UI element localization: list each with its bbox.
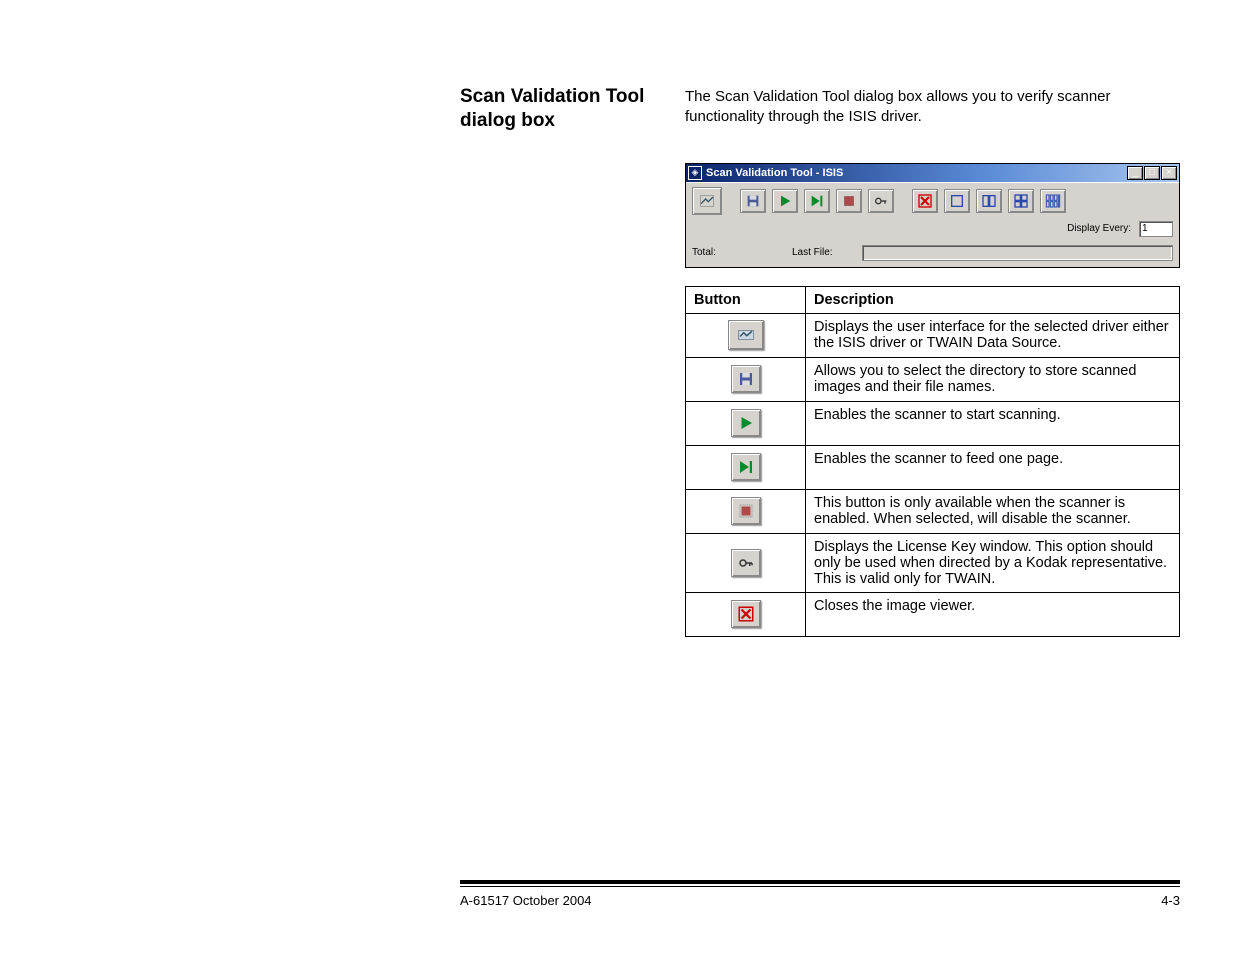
stop-button[interactable] — [836, 189, 862, 213]
last-file-field — [862, 245, 1173, 261]
table-cell-desc: Enables the scanner to start scanning. — [806, 401, 1180, 445]
driver-ui-button[interactable] — [692, 187, 722, 215]
table-header-button: Button — [686, 286, 806, 313]
table-row: Enables the scanner to feed one page. — [686, 445, 1180, 489]
footer-left: A-61517 October 2004 — [460, 893, 592, 908]
play-button[interactable] — [772, 189, 798, 213]
display-every-label: Display Every: — [1067, 223, 1131, 234]
page-footer: A-61517 October 2004 4-3 — [460, 880, 1180, 908]
stop-icon — [731, 497, 761, 525]
total-label: Total: — [692, 247, 782, 258]
play-icon — [731, 409, 761, 437]
table-row: Displays the License Key window. This op… — [686, 533, 1180, 592]
last-file-label: Last File: — [792, 247, 852, 258]
minimize-button[interactable]: _ — [1127, 166, 1143, 180]
key-icon — [731, 549, 761, 577]
view-2up-button[interactable] — [976, 189, 1002, 213]
app-icon: ◈ — [688, 166, 702, 180]
button-description-table: Button Description Displays the user int… — [685, 286, 1180, 637]
table-row: Displays the user interface for the sele… — [686, 313, 1180, 357]
save-button[interactable] — [740, 189, 766, 213]
table-row: Allows you to select the directory to st… — [686, 357, 1180, 401]
view-8up-button[interactable] — [1040, 189, 1066, 213]
close-button[interactable]: × — [1161, 166, 1177, 180]
table-cell-desc: Displays the License Key window. This op… — [806, 533, 1180, 592]
titlebar: ◈ Scan Validation Tool - ISIS _ □ × — [686, 164, 1179, 182]
view-1up-button[interactable] — [944, 189, 970, 213]
table-cell-desc: Displays the user interface for the sele… — [806, 313, 1180, 357]
step-icon — [731, 453, 761, 481]
display-every-input[interactable] — [1139, 221, 1173, 237]
maximize-button[interactable]: □ — [1144, 166, 1160, 180]
table-header-description: Description — [806, 286, 1180, 313]
table-cell-desc: Enables the scanner to feed one page. — [806, 445, 1180, 489]
table-cell-desc: Allows you to select the directory to st… — [806, 357, 1180, 401]
window-title: Scan Validation Tool - ISIS — [706, 167, 1127, 179]
section-heading: Scan Validation Tool dialog box — [460, 85, 645, 133]
view-4up-button[interactable] — [1008, 189, 1034, 213]
save-icon — [731, 365, 761, 393]
driver-ui-icon — [728, 320, 764, 350]
intro-paragraph: The Scan Validation Tool dialog box allo… — [685, 85, 1180, 133]
table-row: This button is only available when the s… — [686, 489, 1180, 533]
table-row: Closes the image viewer. — [686, 592, 1180, 636]
close-x-icon — [731, 600, 761, 628]
dialog-screenshot: ◈ Scan Validation Tool - ISIS _ □ × — [685, 163, 1180, 268]
footer-right: 4-3 — [1161, 893, 1180, 908]
table-cell-desc: This button is only available when the s… — [806, 489, 1180, 533]
key-button[interactable] — [868, 189, 894, 213]
toolbar — [686, 182, 1179, 217]
table-row: Enables the scanner to start scanning. — [686, 401, 1180, 445]
table-cell-desc: Closes the image viewer. — [806, 592, 1180, 636]
step-button[interactable] — [804, 189, 830, 213]
close-viewer-button[interactable] — [912, 189, 938, 213]
